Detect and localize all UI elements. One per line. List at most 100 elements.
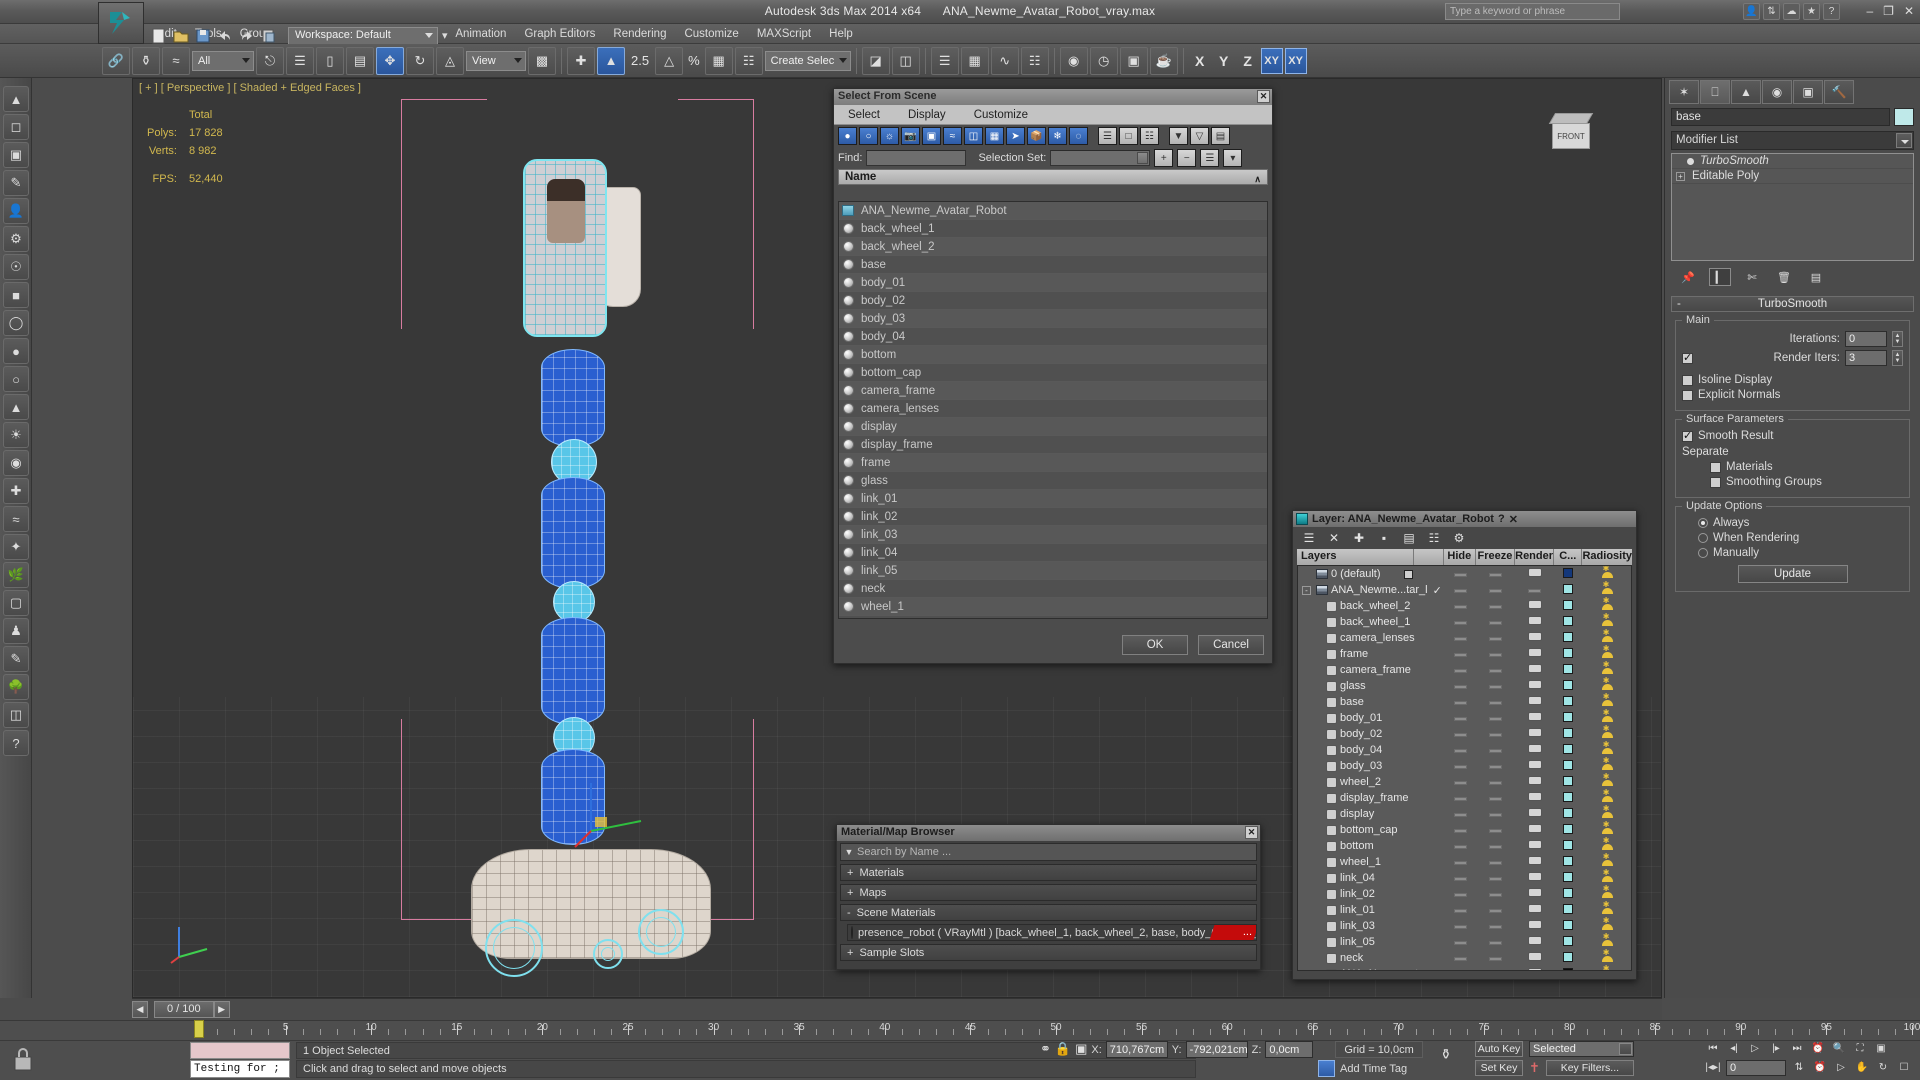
select-and-move-icon[interactable]: ✥	[376, 47, 404, 75]
tree-icon[interactable]: 🌳	[3, 674, 29, 700]
radiosity-cell[interactable]	[1582, 823, 1631, 837]
edit-named-selection-icon[interactable]: ☷	[735, 47, 763, 75]
mesh-back-wheel-1[interactable]	[593, 939, 623, 969]
mesh-body-01[interactable]	[541, 349, 605, 447]
object-paint-icon[interactable]: ✎	[3, 170, 29, 196]
mmb-group-scene-materials[interactable]: - Scene Materials	[840, 904, 1257, 921]
chevron-down-icon[interactable]: ▼	[841, 844, 857, 860]
layer-name-cell[interactable]: -ANA_Newme...tar_l✓	[1298, 584, 1444, 597]
render-cell[interactable]	[1515, 840, 1554, 852]
layer-color-swatch[interactable]	[1563, 728, 1573, 738]
radiosity-cell[interactable]	[1582, 759, 1631, 773]
advanced-filter-icon[interactable]: ▽	[1190, 127, 1209, 145]
scene-object-row[interactable]: display	[839, 418, 1267, 436]
pin-stack-icon[interactable]: 📌	[1677, 268, 1699, 286]
frame-spinner-icon[interactable]: ⇅	[1791, 1060, 1807, 1075]
key-mode-toggle-icon[interactable]: ⚱	[1440, 1046, 1452, 1063]
x-coordinate-input[interactable]: 710,767cm	[1106, 1041, 1168, 1058]
freeze-cell[interactable]	[1477, 920, 1516, 932]
absolute-relative-mode-icon[interactable]: ▣	[1075, 1041, 1087, 1057]
previous-frame-icon[interactable]: ◂|	[1726, 1041, 1742, 1056]
hide-cell[interactable]	[1445, 712, 1477, 724]
menu-item-help[interactable]: Help	[820, 26, 862, 42]
layer-color-swatch[interactable]	[1563, 632, 1573, 642]
update-when-rendering-radio[interactable]	[1698, 533, 1708, 543]
unlink-icon[interactable]: ⚱	[132, 47, 160, 75]
name-column-header[interactable]: Name ∧	[838, 169, 1268, 185]
hide-cell[interactable]	[1445, 744, 1477, 756]
render-cell[interactable]	[1515, 968, 1554, 971]
layer-row[interactable]: base	[1298, 694, 1631, 710]
material-editor-icon[interactable]: ◉	[1060, 47, 1088, 75]
expand-all-icon[interactable]: ☰	[1098, 127, 1117, 145]
viewport-label[interactable]: [ + ] [ Perspective ] [ Shaded + Edged F…	[139, 82, 361, 94]
modifier-list-combo[interactable]: Modifier List	[1671, 131, 1914, 150]
layer-name-cell[interactable]: wheel_1	[1298, 856, 1445, 868]
hide-cell[interactable]	[1445, 792, 1477, 804]
sort-options-icon[interactable]: ▾	[1223, 149, 1242, 167]
time-slider[interactable]: ◀ 0 / 100 ▶	[132, 998, 1662, 1020]
filter-icon[interactable]: ▼	[1169, 127, 1188, 145]
angle-snap-icon[interactable]: ▲	[597, 47, 625, 75]
show-end-result-icon[interactable]: ▎	[1709, 268, 1731, 286]
render-cell[interactable]	[1515, 680, 1554, 692]
sfs-menu-display[interactable]: Display	[908, 109, 946, 121]
help-icon[interactable]: ?	[1823, 3, 1840, 20]
hide-cell[interactable]	[1445, 776, 1477, 788]
render-frame-window-icon[interactable]: ▣	[1120, 47, 1148, 75]
chevron-down-icon[interactable]	[1896, 133, 1912, 148]
ribbon-toggle-icon[interactable]: ▦	[961, 47, 989, 75]
radiosity-cell[interactable]	[1582, 711, 1631, 725]
freeze-cell[interactable]	[1477, 952, 1516, 964]
layer-color-swatch[interactable]	[1563, 584, 1573, 594]
radiosity-cell[interactable]	[1582, 647, 1631, 661]
layer-color-swatch[interactable]	[1563, 952, 1573, 962]
expand-collapse-icon[interactable]: -	[1302, 586, 1311, 595]
scene-object-row[interactable]: back_wheel_2	[839, 238, 1267, 256]
add-selection-set-icon[interactable]: +	[1154, 149, 1173, 167]
hide-cell[interactable]	[1445, 968, 1477, 971]
render-cell[interactable]	[1515, 920, 1554, 932]
select-object-icon[interactable]: ⎋	[256, 47, 284, 75]
render-cell[interactable]	[1515, 856, 1554, 868]
maximize-button[interactable]: ❐	[1883, 4, 1894, 18]
layer-row[interactable]: body_03	[1298, 758, 1631, 774]
layer-row[interactable]: body_02	[1298, 726, 1631, 742]
radiosity-cell[interactable]	[1582, 567, 1631, 581]
remove-modifier-icon[interactable]: 🗑	[1773, 268, 1795, 286]
layer-name-cell[interactable]: link_04	[1298, 872, 1445, 884]
layer-checkbox[interactable]	[1404, 570, 1413, 579]
collapse-all-icon[interactable]: □	[1119, 127, 1138, 145]
scene-object-row[interactable]: wheel_1	[839, 598, 1267, 616]
scene-object-row[interactable]: frame	[839, 454, 1267, 472]
mesh-body-02[interactable]	[541, 477, 605, 589]
radiosity-cell[interactable]	[1582, 951, 1631, 965]
cancel-button[interactable]: Cancel	[1198, 635, 1264, 655]
layer-name-cell[interactable]: camera_lenses	[1298, 632, 1445, 644]
isolate-selection-icon[interactable]: ⚭	[1040, 1041, 1051, 1057]
freeze-cell[interactable]	[1477, 968, 1516, 971]
scene-object-row[interactable]: wheel_2	[839, 616, 1267, 619]
expand-icon[interactable]: +	[1676, 172, 1685, 181]
star-icon[interactable]: ★	[1803, 3, 1820, 20]
radiosity-cell[interactable]	[1582, 935, 1631, 949]
scene-object-row[interactable]: ANA_Newme_Avatar_Robot	[839, 202, 1267, 220]
layer-color-swatch[interactable]	[1563, 760, 1573, 770]
layer-color-swatch[interactable]	[1563, 808, 1573, 818]
close-button[interactable]: ✕	[1904, 4, 1914, 18]
hide-cell[interactable]	[1445, 920, 1477, 932]
rectangular-selection-icon[interactable]: ▯	[316, 47, 344, 75]
color-cell[interactable]	[1554, 840, 1582, 853]
render-cell[interactable]	[1515, 728, 1554, 740]
freeze-cell[interactable]	[1477, 856, 1516, 868]
scene-object-row[interactable]: link_05	[839, 562, 1267, 580]
layer-color-swatch[interactable]	[1563, 968, 1573, 972]
maxscript-mini-listener[interactable]: Testing for ;	[190, 1060, 290, 1078]
radiosity-cell[interactable]	[1582, 775, 1631, 789]
selection-filter-combo[interactable]: All	[192, 51, 254, 71]
layer-color-swatch[interactable]	[1563, 856, 1573, 866]
key-mode-toggle-small-icon[interactable]: |◂▸|	[1705, 1060, 1721, 1075]
set-current-layer-icon[interactable]: ☷	[1426, 531, 1442, 546]
frame-ruler[interactable]: 5101520253035404550556065707580859095100	[192, 1020, 1920, 1040]
freeze-cell[interactable]	[1477, 872, 1516, 884]
